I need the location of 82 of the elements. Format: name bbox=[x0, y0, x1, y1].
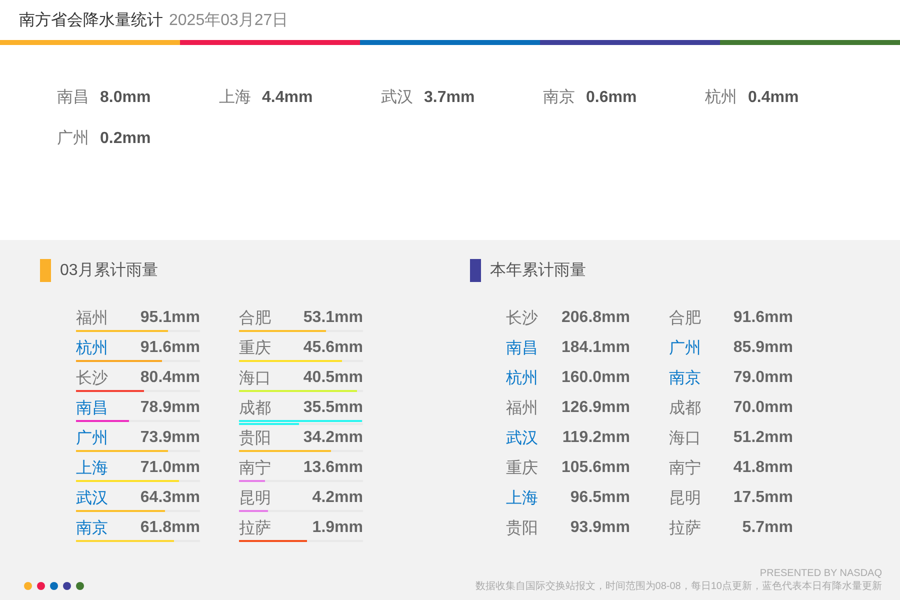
city-name: 贵阳 bbox=[506, 518, 538, 538]
city-name: 上海 bbox=[506, 488, 538, 508]
rainfall-value: 70.0mm bbox=[733, 399, 793, 417]
city-name: 海口 bbox=[239, 368, 271, 388]
city-name: 上海 bbox=[76, 458, 108, 478]
city-name: 合肥 bbox=[239, 308, 271, 328]
rainfall-value: 96.5mm bbox=[570, 489, 630, 507]
rainfall-value: 184.1mm bbox=[562, 339, 630, 357]
city-name: 广州 bbox=[57, 128, 89, 149]
rainfall-value: 93.9mm bbox=[570, 519, 630, 537]
city-name: 武汉 bbox=[76, 488, 108, 508]
rainfall-value: 206.8mm bbox=[562, 309, 630, 327]
rainfall-value: 40.5mm bbox=[303, 369, 363, 387]
city-name: 广州 bbox=[669, 338, 701, 358]
city-name: 杭州 bbox=[705, 88, 737, 108]
rainfall-value: 1.9mm bbox=[312, 519, 363, 537]
city-name: 杭州 bbox=[506, 368, 538, 388]
city-name: 福州 bbox=[506, 398, 538, 418]
rainfall-value: 61.8mm bbox=[140, 519, 200, 537]
rainfall-value: 34.2mm bbox=[303, 429, 363, 447]
city-name: 南宁 bbox=[669, 458, 701, 478]
city-name: 拉萨 bbox=[239, 518, 271, 538]
city-name: 福州 bbox=[76, 308, 108, 328]
city-name: 南宁 bbox=[239, 458, 271, 478]
city-name: 贵阳 bbox=[239, 428, 271, 448]
city-name: 拉萨 bbox=[669, 518, 701, 538]
city-name: 南昌 bbox=[76, 398, 108, 418]
city-name: 广州 bbox=[76, 428, 108, 448]
rainfall-value: 91.6mm bbox=[140, 339, 200, 357]
rainfall-value: 64.3mm bbox=[140, 489, 200, 507]
rainfall-value: 51.2mm bbox=[733, 429, 793, 447]
city-name: 南京 bbox=[669, 368, 701, 388]
section-title: 03月累计雨量 bbox=[60, 260, 158, 280]
rainfall-value: 0.4mm bbox=[748, 89, 799, 107]
rainfall-value: 95.1mm bbox=[140, 309, 200, 327]
rainfall-value: 17.5mm bbox=[733, 489, 793, 507]
rainfall-value: 4.4mm bbox=[262, 89, 313, 107]
credit-text: PRESENTED BY NASDAQ bbox=[760, 568, 882, 579]
city-name: 上海 bbox=[219, 88, 251, 108]
city-name: 长沙 bbox=[76, 368, 108, 388]
rainfall-value: 126.9mm bbox=[562, 399, 630, 417]
city-name: 杭州 bbox=[76, 338, 108, 358]
rainfall-value: 85.9mm bbox=[733, 339, 793, 357]
rainfall-value: 53.1mm bbox=[303, 309, 363, 327]
city-name: 南京 bbox=[76, 518, 108, 538]
rainfall-value: 41.8mm bbox=[733, 459, 793, 477]
city-name: 武汉 bbox=[506, 428, 538, 448]
city-name: 重庆 bbox=[506, 458, 538, 478]
rainfall-value: 73.9mm bbox=[140, 429, 200, 447]
rainfall-value: 8.0mm bbox=[100, 89, 151, 107]
rainfall-value: 45.6mm bbox=[303, 339, 363, 357]
city-name: 成都 bbox=[239, 398, 271, 418]
section-title: 本年累计雨量 bbox=[490, 260, 586, 280]
rainfall-value: 119.2mm bbox=[562, 429, 630, 447]
rainfall-value: 71.0mm bbox=[140, 459, 200, 477]
rainfall-value: 105.6mm bbox=[562, 459, 630, 477]
rainfall-value: 91.6mm bbox=[733, 309, 793, 327]
city-name: 重庆 bbox=[239, 338, 271, 358]
rainfall-value: 79.0mm bbox=[733, 369, 793, 387]
page-title: 南方省会降水量统计 bbox=[19, 10, 163, 30]
city-name: 昆明 bbox=[239, 488, 271, 508]
city-name: 武汉 bbox=[381, 88, 413, 108]
city-name: 长沙 bbox=[506, 308, 538, 328]
city-name: 南京 bbox=[543, 88, 575, 108]
city-name: 成都 bbox=[669, 398, 701, 418]
rainfall-value: 0.2mm bbox=[100, 130, 151, 148]
city-name: 南昌 bbox=[506, 338, 538, 358]
city-name: 合肥 bbox=[669, 308, 701, 328]
rainfall-value: 0.6mm bbox=[586, 89, 637, 107]
rainfall-value: 80.4mm bbox=[140, 369, 200, 387]
date-label: 2025年03月27日 bbox=[169, 10, 288, 30]
footnote: 数据收集自国际交换站报文，时间范围为08-08，每日10点更新，蓝色代表本日有降水量更新 bbox=[475, 580, 882, 593]
city-name: 海口 bbox=[669, 428, 701, 448]
rainfall-value: 160.0mm bbox=[562, 369, 630, 387]
rainfall-value: 4.2mm bbox=[312, 489, 363, 507]
rainfall-value: 5.7mm bbox=[742, 519, 793, 537]
rainfall-value: 35.5mm bbox=[303, 399, 363, 417]
rainfall-value: 78.9mm bbox=[140, 399, 200, 417]
city-name: 昆明 bbox=[669, 488, 701, 508]
rainfall-value: 13.6mm bbox=[303, 459, 363, 477]
rainfall-value: 3.7mm bbox=[424, 89, 475, 107]
city-name: 南昌 bbox=[57, 88, 89, 108]
